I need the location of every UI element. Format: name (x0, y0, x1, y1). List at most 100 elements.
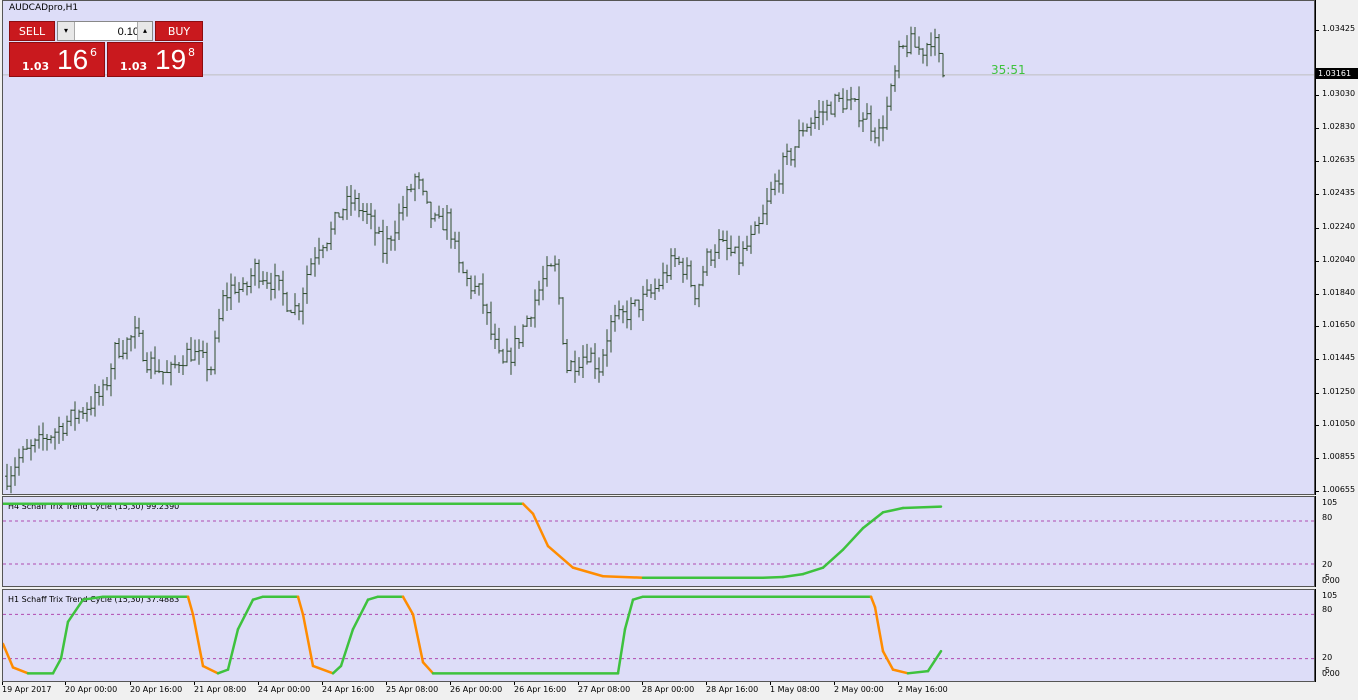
price-bar (73, 401, 77, 431)
price-bar (145, 352, 149, 373)
time-tick-mark (706, 682, 707, 685)
price-bar (385, 226, 389, 264)
h1-indicator-pane[interactable]: H1 Schaff Trix Trend Cycle (15,30) 37.48… (2, 589, 1315, 682)
h4-level-minus5: -5 (1322, 573, 1330, 582)
indicator-segment (841, 526, 865, 551)
price-bar (905, 35, 909, 58)
price-bar (613, 304, 617, 332)
indicator-segment (801, 566, 825, 576)
price-bar (81, 407, 85, 420)
time-tick: 28 Apr 00:00 (642, 685, 695, 694)
price-bar (441, 207, 445, 231)
price-tick-mark (1316, 425, 1319, 426)
price-bar (833, 93, 837, 118)
price-bar (189, 337, 193, 362)
price-bar (909, 26, 913, 55)
price-bar (673, 248, 677, 268)
price-tick: 1.02830 (1322, 122, 1356, 131)
indicator-segment (926, 649, 943, 673)
indicator-segment (3, 642, 15, 669)
price-bar (281, 270, 285, 306)
h1-level-minus5: -5 (1322, 666, 1330, 675)
price-bar (25, 438, 29, 450)
lot-increment-icon[interactable]: ▴ (137, 22, 152, 40)
price-tick-mark (1316, 294, 1319, 295)
price-bar (749, 225, 753, 254)
indicator-segment (531, 512, 550, 548)
time-tick: 27 Apr 08:00 (578, 685, 631, 694)
price-bar (353, 189, 357, 211)
price-bar (141, 329, 145, 362)
price-bar (93, 384, 97, 417)
price-bar (705, 248, 709, 277)
price-bar (653, 278, 657, 300)
price-bar (921, 48, 925, 64)
price-bar (773, 173, 777, 196)
price-bar (893, 65, 897, 92)
price-bar (325, 242, 329, 252)
price-bar (629, 297, 633, 331)
h1-indicator-line (3, 595, 1314, 675)
price-bar (753, 221, 757, 235)
price-bar (937, 33, 941, 63)
price-tick: 1.02040 (1322, 255, 1356, 264)
price-tick: 1.01250 (1322, 387, 1356, 396)
price-bar (293, 293, 297, 316)
price-bar (757, 216, 761, 234)
price-bar (305, 265, 309, 304)
indicator-segment (66, 598, 85, 624)
time-tick: 2 May 16:00 (898, 685, 948, 694)
price-bar (105, 377, 109, 391)
price-bar (197, 339, 201, 365)
buy-button[interactable]: BUY (155, 21, 203, 41)
h1-level-80: 80 (1322, 605, 1333, 614)
price-bar (537, 280, 541, 306)
indicator-segment (861, 511, 885, 530)
price-bar (681, 257, 685, 283)
price-bar (781, 152, 785, 194)
indicator-segment (366, 595, 380, 601)
price-bar (425, 190, 429, 204)
price-bar (113, 342, 117, 380)
price-bar (845, 89, 849, 110)
time-tick: 25 Apr 08:00 (386, 685, 439, 694)
price-bar (489, 301, 493, 340)
price-bar (725, 230, 729, 261)
price-bar (777, 169, 781, 193)
price-bar (49, 435, 53, 444)
price-bar (573, 350, 577, 383)
price-bar (381, 219, 385, 263)
price-bar (253, 258, 257, 286)
price-bar (321, 244, 325, 259)
price-bar (621, 305, 625, 324)
sell-quote[interactable]: 1.03 16 6 (9, 42, 105, 77)
h4-indicator-pane[interactable]: H4 Schaff Trix Trend Cycle (15,30) 99.23… (2, 496, 1315, 587)
price-tick-mark (1316, 128, 1319, 129)
price-bar (917, 36, 921, 55)
price-bar (181, 355, 185, 375)
price-bar (561, 297, 565, 345)
price-bar (373, 209, 377, 246)
price-bar (317, 237, 321, 265)
price-bar (465, 269, 469, 287)
price-bar (433, 212, 437, 222)
price-bar (9, 466, 13, 494)
price-bar (821, 100, 825, 126)
price-bar (817, 100, 821, 131)
price-bar (889, 83, 893, 111)
price-bar (397, 203, 401, 240)
price-tick-mark (1316, 393, 1319, 394)
price-bar (585, 343, 589, 365)
price-bar (289, 309, 293, 314)
time-tick-mark (258, 682, 259, 685)
price-bar (265, 271, 269, 289)
price-bar (89, 396, 93, 416)
price-tick: 1.03030 (1322, 89, 1356, 98)
price-bar (429, 201, 433, 229)
sell-button[interactable]: SELL (9, 21, 55, 41)
buy-quote[interactable]: 1.03 19 8 (107, 42, 203, 77)
main-chart-pane[interactable]: AUDCADpro,H1 35:51 SELL ▾ ▴ BUY 1.03 16 … (2, 0, 1315, 495)
lot-dropdown-icon[interactable]: ▾ (58, 22, 75, 40)
lot-size-input[interactable] (75, 23, 141, 40)
time-tick: 2 May 00:00 (834, 685, 884, 694)
